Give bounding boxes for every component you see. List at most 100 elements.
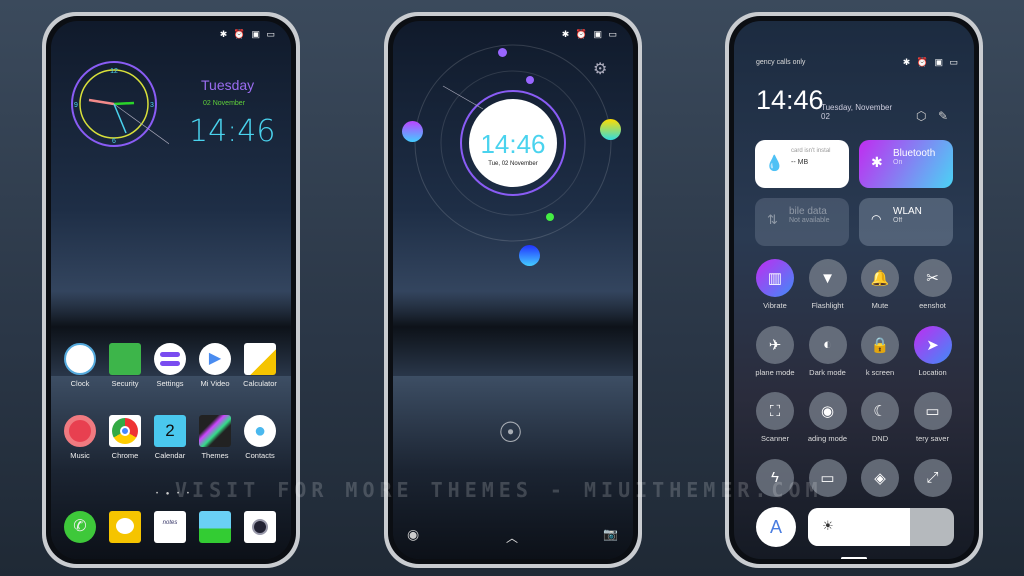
app-label: Mi Video	[200, 379, 230, 388]
cc-date: Tuesday, November 02	[821, 103, 893, 121]
water-drop-icon: 💧	[765, 155, 784, 172]
toggle-icon: 🔔	[861, 259, 899, 297]
camera-icon	[252, 519, 268, 535]
carrier-text: gency calls only	[756, 59, 806, 66]
toggle-Dark mode[interactable]: ◐ Dark mode	[808, 325, 848, 377]
home-indicator[interactable]	[841, 557, 867, 559]
app-music[interactable]: Music	[57, 415, 103, 460]
chevron-up-icon[interactable]: ︿	[506, 529, 518, 546]
toggle-Scanner[interactable]: ⛶ Scanner	[755, 392, 795, 443]
app-calendar[interactable]: 2 Calendar	[147, 415, 193, 460]
toggle-icon: ◈	[861, 458, 899, 497]
app-label: Settings	[156, 379, 184, 388]
toggle-label: eenshot	[919, 301, 946, 310]
camera-shortcut-icon[interactable]: 📷	[603, 527, 618, 541]
clock-number: 3	[150, 102, 154, 109]
app-label: Clock	[70, 379, 90, 388]
toggle-label: Location	[918, 367, 947, 377]
toggle-DND[interactable]: ☾ DND	[860, 392, 900, 443]
orbit-planet	[519, 245, 540, 266]
auto-brightness-button[interactable]: A	[756, 507, 796, 547]
toggle-label: Scanner	[761, 434, 789, 443]
toggle-label: Dark mode	[809, 367, 846, 377]
app-themes[interactable]: Themes	[192, 415, 238, 460]
app-label: Security	[111, 379, 139, 388]
chrome-icon	[109, 415, 141, 447]
dock-phone[interactable]: ✆	[57, 511, 103, 543]
toggle-label: ading mode	[807, 434, 848, 443]
calendar-icon: 2	[154, 415, 186, 447]
status-bar-icons: ✱ ⏰ ▣ ▭	[902, 57, 960, 67]
dock-messages[interactable]	[102, 511, 148, 543]
toggle-eenshot[interactable]: ✂ eenshot	[913, 259, 953, 310]
orbit-planet	[498, 48, 507, 57]
toggle-icon: ▥	[756, 259, 794, 297]
app-security[interactable]: Security	[102, 343, 148, 388]
bluetooth-icon: ✱	[871, 154, 883, 170]
toggle-icon: ⤢	[913, 458, 952, 497]
toggle-Vibrate[interactable]: ▥ Vibrate	[755, 259, 795, 310]
play-icon: ▶	[199, 343, 231, 375]
clock-icon	[64, 343, 96, 375]
toggle-icon: ✂	[913, 259, 952, 297]
toggle-label: Vibrate	[763, 301, 787, 310]
notes-icon: notes	[154, 511, 186, 543]
app-settings[interactable]: Settings	[147, 343, 193, 388]
toggle-icon: ☾	[861, 392, 899, 430]
app-mi-video[interactable]: ▶ Mi Video	[192, 343, 238, 388]
cc-time: 14:46	[756, 85, 824, 115]
music-icon	[64, 415, 96, 447]
toggle-Location[interactable]: ➤ Location	[913, 325, 953, 377]
analog-clock-widget: 12 3 6 9	[71, 61, 169, 147]
app-contacts[interactable]: ● Contacts	[237, 415, 283, 460]
toggle-label: DND	[871, 434, 889, 443]
app-label: Themes	[201, 451, 229, 460]
toggle-item[interactable]: ◈	[860, 458, 900, 501]
toggle-icon: ⛶	[756, 392, 794, 430]
app-chrome[interactable]: Chrome	[102, 415, 148, 460]
toggle-plane mode[interactable]: ✈ plane mode	[755, 325, 795, 377]
app-label: Music	[70, 451, 90, 460]
tile-mobile-data[interactable]: ⇅ bile data Not available	[755, 198, 849, 246]
wifi-icon: ◠	[871, 212, 882, 226]
toggle-Flashlight[interactable]: ▼ Flashlight	[808, 259, 848, 310]
assistant-icon[interactable]: ◉	[407, 526, 419, 543]
settings-icon[interactable]: ⬡	[916, 109, 926, 123]
brightness-slider[interactable]: ☀	[808, 508, 954, 546]
tile-wlan[interactable]: ◠ WLAN Off	[859, 198, 953, 246]
digital-time: 14:46	[189, 114, 276, 149]
toggle-tery saver[interactable]: ▭ tery saver	[913, 392, 953, 443]
app-clock[interactable]: Clock	[57, 343, 103, 388]
edit-icon[interactable]: ✎	[938, 109, 948, 123]
toggle-k screen[interactable]: 🔒 k screen	[860, 325, 900, 377]
app-label: Calculator	[243, 379, 277, 388]
app-label: Contacts	[245, 451, 275, 460]
status-bar-icons: ✱ ⏰ ▣ ▭	[219, 29, 277, 39]
dock-camera[interactable]	[237, 511, 283, 543]
app-label: Calendar	[154, 451, 186, 460]
lock-time: 14:46	[480, 129, 546, 159]
orbit-planet	[526, 76, 534, 84]
toggle-label: Mute	[871, 301, 889, 310]
sun-icon: ☀	[822, 518, 834, 533]
themes-icon	[199, 415, 231, 447]
dock-notes[interactable]: notes	[147, 511, 193, 543]
tile-bluetooth[interactable]: ✱ Bluetooth On	[859, 140, 953, 188]
fingerprint-icon[interactable]: ☉	[498, 416, 523, 449]
toggle-item[interactable]: ⤢	[913, 458, 953, 501]
contacts-icon: ●	[244, 415, 276, 447]
clock-number: 9	[74, 102, 78, 109]
toggle-Mute[interactable]: 🔔 Mute	[860, 259, 900, 310]
weekday: Tuesday	[201, 77, 255, 93]
tile-storage[interactable]: 💧 card isn't instal -- MB	[755, 140, 849, 188]
toggle-ading mode[interactable]: ◉ ading mode	[808, 392, 848, 443]
gallery-icon	[199, 511, 231, 543]
toggle-icon: ▭	[913, 392, 952, 430]
orbit-planet	[546, 213, 554, 221]
phone-icon: ✆	[64, 511, 96, 543]
app-calculator[interactable]: Calculator	[237, 343, 283, 388]
toggle-icon: 🔒	[861, 325, 899, 364]
dock-gallery[interactable]	[192, 511, 238, 543]
toggle-icon: ▼	[808, 259, 847, 297]
toggle-icon: ➤	[913, 325, 952, 364]
